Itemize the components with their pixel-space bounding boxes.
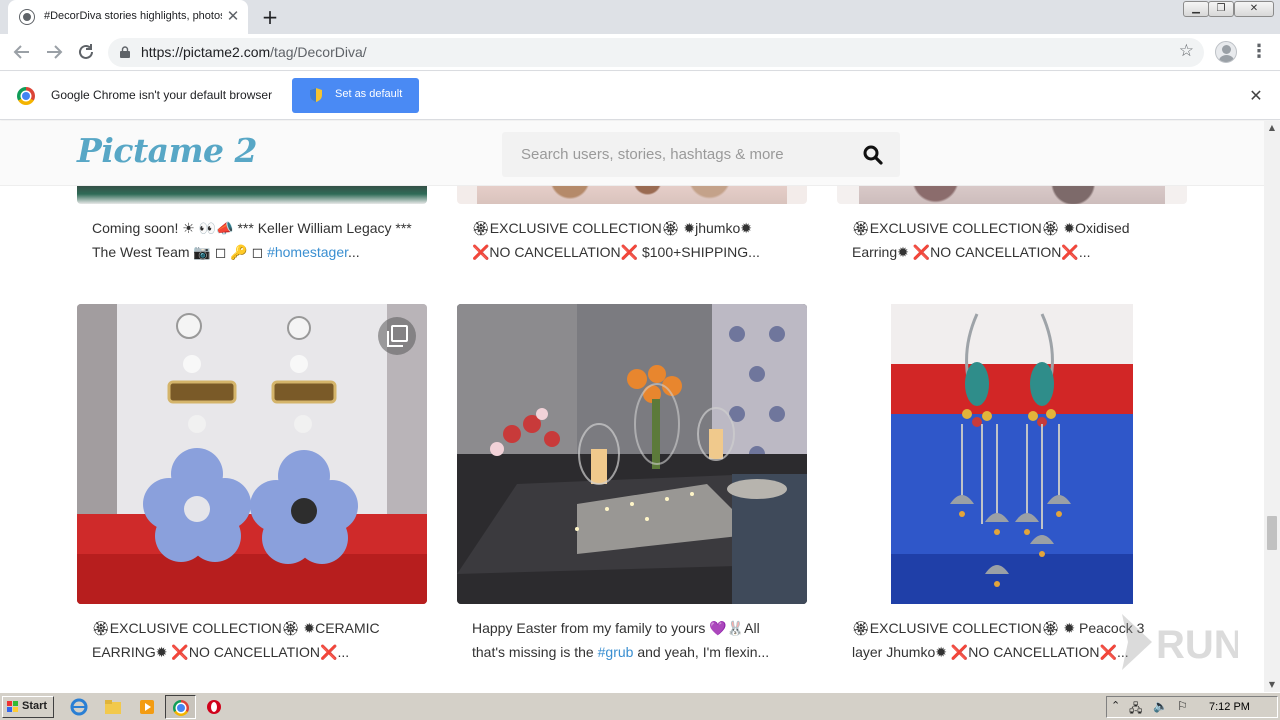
url-domain: https://pictame2.com [141,44,271,60]
caption-text: 🏵EXCLUSIVE COLLECTION🏵 ✹jhumko✹ ❌NO CANC… [472,220,760,260]
back-arrow-icon [13,45,29,59]
uac-shield-icon [310,88,322,102]
file-explorer-icon[interactable] [102,697,124,717]
anyrun-watermark: RUN [1048,612,1243,676]
post-caption: 🏵EXCLUSIVE COLLECTION🏵 ✹Oxidised Earring… [852,216,1172,264]
multiple-photos-icon [378,317,416,355]
search-input[interactable] [502,132,852,177]
post-caption: 🏵EXCLUSIVE COLLECTION🏵 ✹jhumko✹ ❌NO CANC… [472,216,792,264]
site-header: Pictame 2 [0,121,1264,186]
opera-icon[interactable] [203,697,225,717]
earrings-photo [77,304,427,604]
lock-icon [120,46,130,58]
hashtag-link[interactable]: #grub [598,644,634,660]
chrome-icon [173,700,189,716]
reload-icon [79,44,93,59]
page-viewport: Coming soon! ☀ 👀📣 *** Keller William Leg… [0,121,1264,692]
minimize-button[interactable]: ▁ [1183,1,1209,17]
forward-button[interactable] [42,40,66,64]
tab-title: #DecorDiva stories highlights, photos [44,10,222,22]
watermark-logo-icon: RUN [1122,614,1243,670]
default-browser-infobar: Google Chrome isn't your default browser… [0,72,1280,120]
tab-strip: #DecorDiva stories highlights, photos ✕ … [0,0,1280,34]
new-tab-button[interactable]: + [258,5,282,29]
scroll-up-icon[interactable]: ▲ [1264,121,1280,135]
post-caption: Coming soon! ☀ 👀📣 *** Keller William Leg… [92,216,412,264]
restore-icon: ❐ [1216,3,1226,14]
network-icon[interactable]: 🖧 [1129,699,1142,720]
system-tray: ⌃ 🖧 🔈 ⚐ [1106,696,1278,718]
profile-avatar-icon[interactable] [1215,41,1237,63]
dining-table-photo [457,304,807,604]
internet-explorer-icon[interactable] [68,697,90,717]
back-button[interactable] [10,40,34,64]
set-as-default-button[interactable]: Set as default [292,78,419,113]
caption-ellipsis: ... [348,244,360,260]
browser-tab[interactable]: #DecorDiva stories highlights, photos ✕ [8,0,248,34]
tray-expand-icon[interactable]: ⌃ [1111,699,1120,712]
taskbar-clock[interactable]: 7:12 PM [1209,701,1250,713]
start-label: Start [22,700,48,712]
address-bar[interactable]: https://pictame2.com/tag/DecorDiva/ ☆ [108,38,1204,67]
hashtag-link[interactable]: #homestager [267,244,348,260]
jhumko-photo [837,304,1187,604]
tab-favicon-icon [20,10,34,24]
tab-close-icon[interactable]: ✕ [225,8,241,24]
action-center-flag-icon[interactable]: ⚐ [1177,699,1188,713]
post-caption: 🏵EXCLUSIVE COLLECTION🏵 ✹CERAMIC EARRING✹… [92,616,412,664]
post-thumbnail[interactable] [77,304,427,604]
browser-toolbar: https://pictame2.com/tag/DecorDiva/ ☆ ⋮ [0,34,1280,71]
post-thumbnail[interactable] [837,304,1187,604]
search-icon[interactable] [862,144,884,166]
search-box [502,132,900,177]
windows-flag-icon [7,701,18,712]
caption-text: Coming soon! ☀ 👀📣 *** Keller William Leg… [92,220,412,260]
reload-button[interactable] [74,40,98,64]
chrome-logo-icon [17,87,35,105]
svg-text:RUN: RUN [1156,623,1238,667]
restore-button[interactable]: ❐ [1208,1,1234,17]
infobar-message: Google Chrome isn't your default browser [51,88,273,102]
start-button[interactable]: Start [2,696,54,718]
volume-icon[interactable]: 🔈 [1153,699,1168,713]
post-caption: Happy Easter from my family to yours 💜🐰A… [472,616,792,664]
close-window-icon: ✕ [1249,3,1259,14]
taskbar: Start ⌃ 🖧 🔈 ⚐ 7:12 PM [0,692,1280,720]
forward-arrow-icon [47,45,63,59]
minimize-icon: ▁ [1192,3,1200,14]
url-path: /tag/DecorDiva/ [270,44,367,60]
site-logo[interactable]: Pictame 2 [77,131,257,170]
infobar-close-icon[interactable]: ✕ [1246,86,1266,106]
bookmark-star-icon[interactable]: ☆ [1179,41,1194,61]
browser-menu-icon[interactable]: ⋮ [1250,41,1268,63]
post-thumbnail[interactable] [457,304,807,604]
caption-text: 🏵EXCLUSIVE COLLECTION🏵 ✹Oxidised Earring… [852,220,1130,260]
caption-ellipsis: and yeah, I'm flexin... [633,644,770,660]
close-window-button[interactable]: ✕ [1234,1,1274,17]
scroll-down-icon[interactable]: ▼ [1264,678,1280,692]
page-scrollbar[interactable]: ▲ ▼ [1264,121,1280,692]
set-as-default-label: Set as default [335,88,403,100]
media-player-icon[interactable] [136,697,158,717]
scrollbar-thumb[interactable] [1267,516,1277,550]
url-text: https://pictame2.com/tag/DecorDiva/ [141,44,367,60]
caption-text: 🏵EXCLUSIVE COLLECTION🏵 ✹CERAMIC EARRING✹… [92,620,380,660]
chrome-taskbar-button[interactable] [165,695,196,719]
